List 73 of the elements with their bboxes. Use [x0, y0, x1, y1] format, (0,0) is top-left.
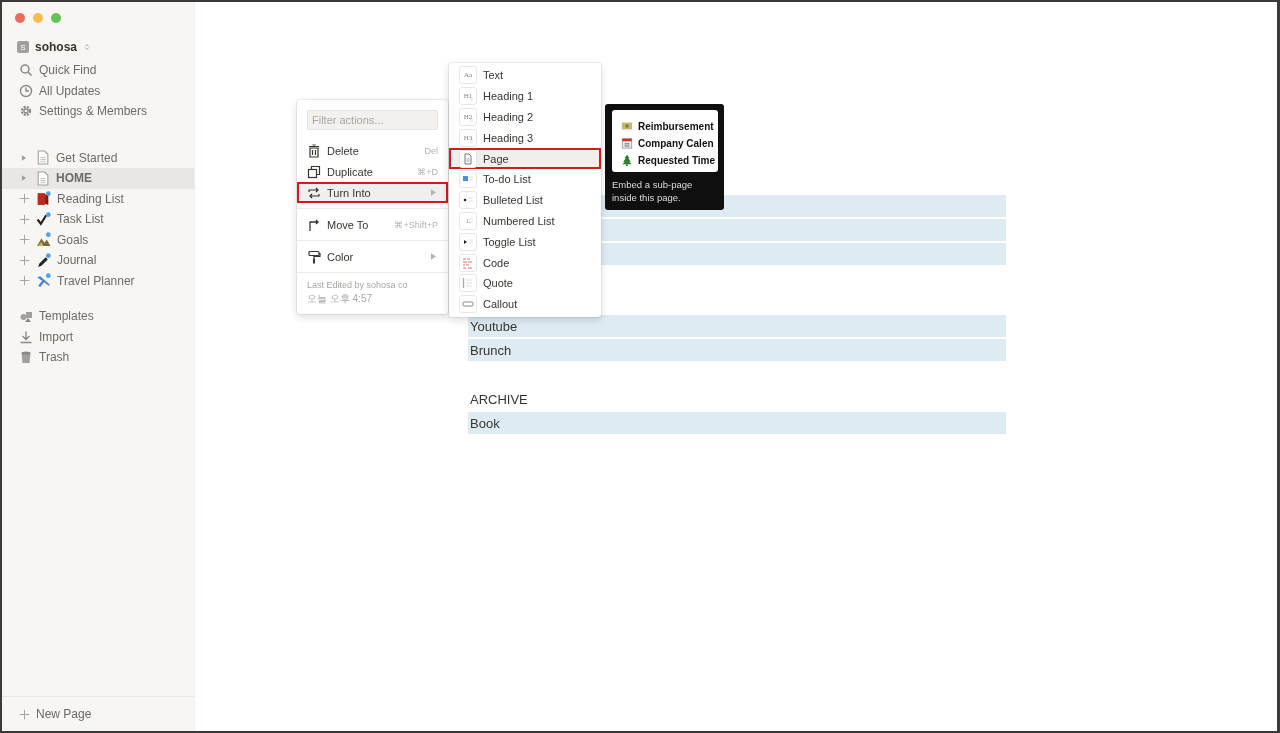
page-block-icon — [459, 149, 477, 168]
download-icon — [19, 329, 33, 344]
duplicate-icon — [307, 164, 321, 179]
code-block-icon — [459, 253, 477, 272]
preview-page-title: Company Calen — [638, 137, 714, 149]
menu-item[interactable]: Delete Del — [297, 140, 448, 161]
sidebar-page-link[interactable]: Goals — [2, 229, 194, 250]
edit-info: Last Edited by sohosa co 오늘 오후 4:57 — [306, 279, 409, 306]
sidebar-item[interactable]: Settings & Members — [2, 101, 194, 122]
sidebar-item[interactable]: Quick Find — [2, 60, 194, 81]
pen-icon — [36, 252, 51, 268]
sidebar-page-link[interactable]: Get Started — [2, 147, 194, 168]
chevron-icon — [83, 42, 91, 52]
bullet-block-icon — [459, 191, 477, 210]
filter-field[interactable]: Filter actions... — [307, 110, 438, 130]
sidebar-item[interactable]: Trash — [2, 347, 194, 368]
search-icon — [19, 63, 33, 78]
add-icon — [19, 708, 30, 720]
sidebar-page-link[interactable]: Journal — [2, 250, 194, 271]
callout-block-icon — [459, 295, 477, 314]
add-icon — [19, 213, 30, 225]
menu-item[interactable]: Turn Into — [297, 182, 448, 203]
menu-item[interactable]: Color — [297, 246, 448, 267]
menu-item[interactable]: Bulleted List — [449, 189, 601, 211]
sidebar-page-link[interactable]: HOME — [2, 168, 194, 189]
trash-icon — [19, 350, 33, 365]
money-icon — [621, 120, 633, 132]
page-link-row[interactable]: Youtube — [468, 315, 1006, 337]
submenu-arrow-icon — [429, 188, 438, 197]
page-link-row[interactable]: Brunch — [468, 339, 1006, 361]
sidebar-page-link[interactable]: Travel Planner — [2, 270, 194, 291]
menu-item[interactable]: Callout — [449, 293, 601, 315]
section-heading: ARCHIVE — [469, 390, 529, 409]
menu-item[interactable]: To-do List — [449, 169, 601, 190]
tree-icon — [621, 154, 633, 166]
shapes-icon — [19, 309, 33, 324]
menu-item[interactable]: Move To ⌘+Shift+P — [297, 214, 448, 235]
calendar-icon — [621, 137, 633, 149]
menu-item[interactable]: Code — [449, 252, 601, 273]
document-icon — [35, 150, 50, 166]
move-icon — [307, 217, 321, 232]
swap-icon — [307, 185, 321, 200]
workspace-switcher[interactable]: S sohosa — [2, 34, 194, 60]
add-icon — [19, 234, 30, 246]
menu-item[interactable]: Page — [449, 148, 601, 169]
settings-icon — [19, 104, 33, 119]
book-icon — [36, 191, 51, 207]
clock-icon — [19, 83, 33, 98]
trash-icon — [307, 143, 321, 158]
page-link-row[interactable]: Book — [468, 412, 1006, 434]
preview-page-title: Reimbursement — [638, 120, 714, 132]
paint-roller-icon — [307, 249, 321, 264]
add-icon — [19, 193, 30, 205]
toggle-block-icon — [459, 232, 477, 251]
sidebar-item[interactable]: All Updates — [2, 80, 194, 101]
mountain-icon — [36, 232, 51, 248]
sidebar-item[interactable]: Templates — [2, 306, 194, 327]
menu-item[interactable]: Toggle List — [449, 231, 601, 253]
quote-block-icon — [459, 274, 477, 293]
submenu-arrow-icon — [429, 252, 438, 261]
add-icon — [19, 275, 30, 287]
checkmark-icon — [36, 211, 51, 227]
document-icon — [35, 170, 50, 186]
sidebar-page-link[interactable]: Reading List — [2, 188, 194, 209]
todo-block-icon — [459, 170, 477, 189]
preview-page-title: Requested Time — [638, 154, 716, 166]
sidebar-item[interactable]: Import — [2, 326, 194, 347]
menu-item[interactable]: Duplicate ⌘+D — [297, 161, 448, 182]
tooltip-caption: Embed a sub-page inside this page. — [612, 178, 694, 204]
sidebar-page-link[interactable]: Task List — [2, 209, 194, 230]
add-icon — [19, 254, 30, 266]
airplane-icon — [36, 273, 51, 289]
menu-item[interactable]: Quote — [449, 272, 601, 294]
